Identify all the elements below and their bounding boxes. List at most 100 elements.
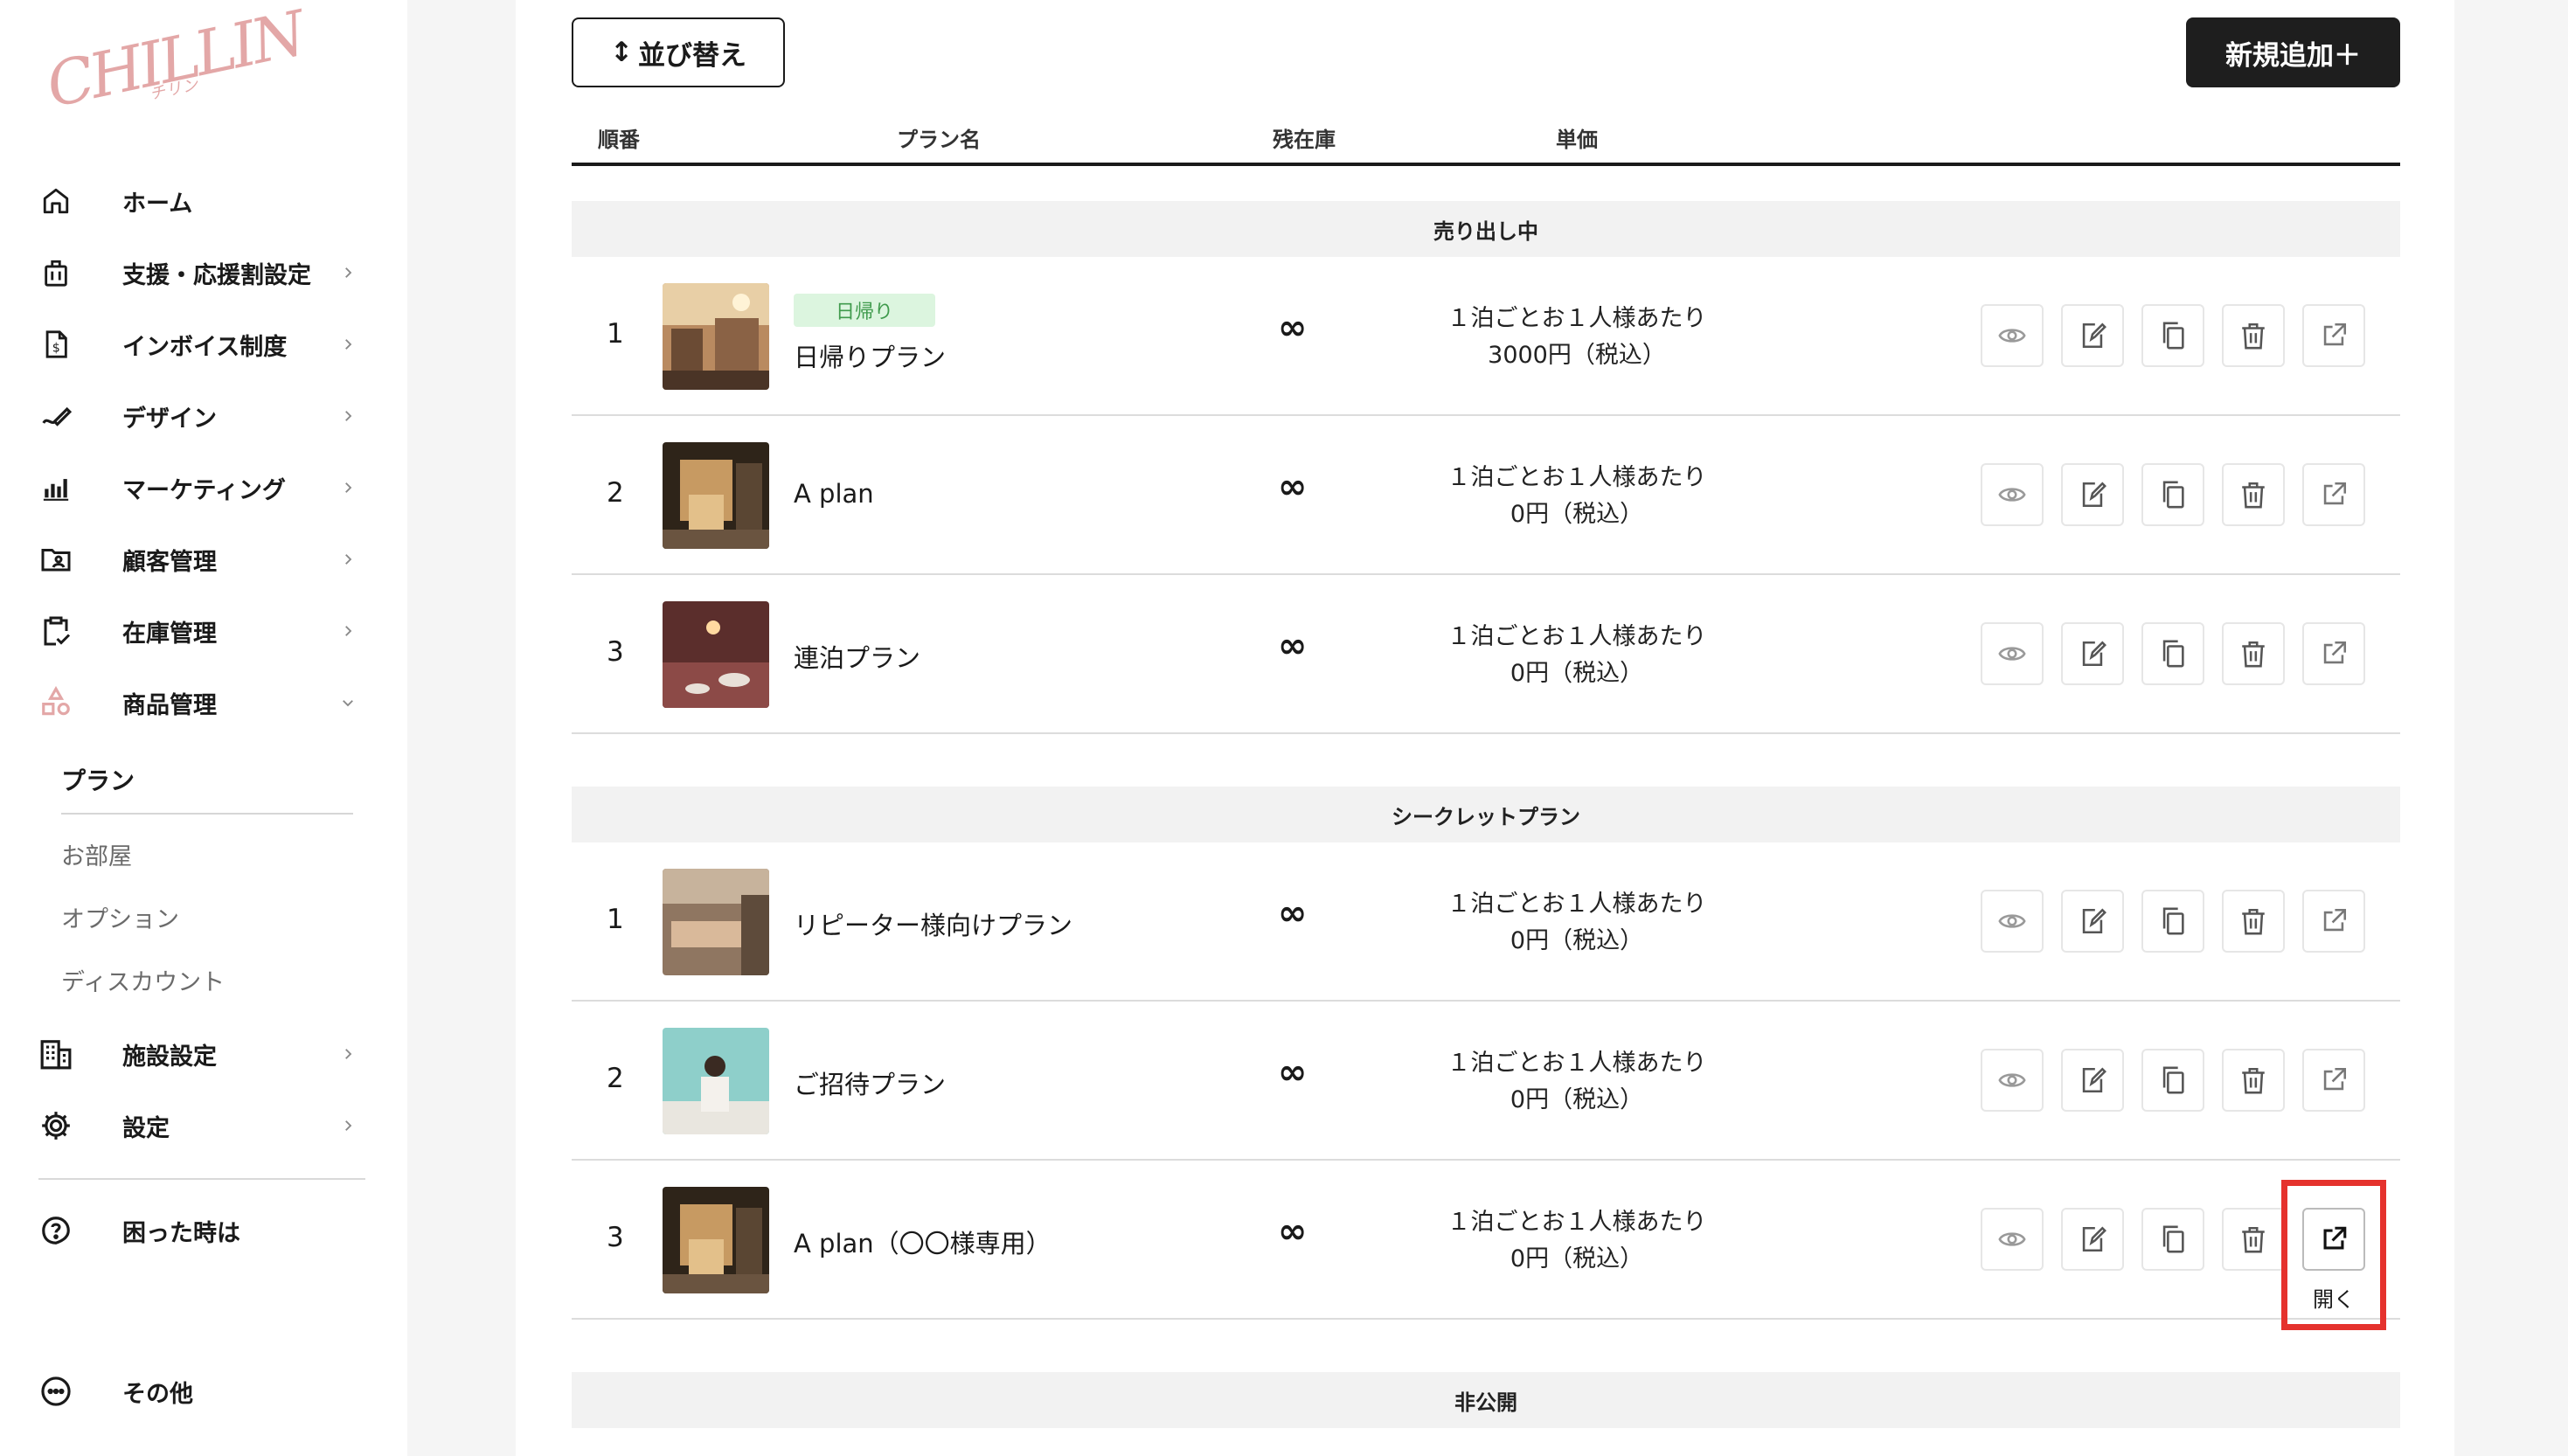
sidebar-item-label: デザイン	[122, 405, 217, 433]
chevron-down-icon	[336, 690, 360, 715]
edit-button[interactable]	[2061, 622, 2124, 685]
external-link-icon	[2323, 482, 2347, 505]
sidebar-subitem-plan-active[interactable]: プラン	[61, 762, 135, 797]
preview-button[interactable]	[1981, 890, 2044, 953]
edit-icon	[2082, 322, 2106, 349]
section-header-private: 非公開	[572, 1372, 2400, 1428]
delete-button[interactable]	[2222, 463, 2285, 526]
chevron-right-icon	[336, 404, 360, 428]
external-link-icon	[2323, 322, 2347, 346]
duplicate-button[interactable]	[2141, 463, 2204, 526]
row-order: 1	[607, 904, 624, 935]
table-row: 2 A plan ∞ １泊ごとお１人様あたり 0円（税込）	[572, 416, 2400, 575]
duplicate-button[interactable]	[2141, 622, 2204, 685]
sidebar-subitem-options[interactable]: オプション	[61, 900, 179, 934]
external-link-icon	[2323, 1067, 2347, 1091]
sidebar-item-facility[interactable]: 施設設定	[37, 1028, 360, 1080]
price-amount: 3000円（税込）	[1488, 342, 1666, 369]
column-header-stock: 残在庫	[1273, 128, 1336, 152]
plan-thumbnail	[663, 1187, 769, 1293]
edit-button[interactable]	[2061, 304, 2124, 367]
duplicate-button[interactable]	[2141, 304, 2204, 367]
edit-button[interactable]	[2061, 1049, 2124, 1112]
trash-icon	[2242, 482, 2265, 509]
price-amount: 0円（税込）	[1510, 660, 1644, 687]
open-external-button[interactable]	[2302, 463, 2365, 526]
copy-icon	[2162, 640, 2184, 668]
add-new-button[interactable]: 新規追加＋	[2186, 17, 2400, 87]
plan-name[interactable]: A plan（〇〇様専用）	[794, 1224, 1051, 1260]
open-external-button[interactable]	[2302, 622, 2365, 685]
delete-button[interactable]	[2222, 304, 2285, 367]
chevron-right-icon	[336, 619, 360, 643]
sidebar-subitem-discount[interactable]: ディスカウント	[61, 963, 225, 997]
preview-button[interactable]	[1981, 304, 2044, 367]
preview-button[interactable]	[1981, 463, 2044, 526]
copy-icon	[2162, 1066, 2184, 1094]
sidebar-item-label: その他	[122, 1380, 193, 1408]
edit-button[interactable]	[2061, 890, 2124, 953]
eye-icon	[1998, 488, 2026, 502]
preview-button[interactable]	[1981, 1208, 2044, 1271]
stock-value: ∞	[1278, 1052, 1308, 1092]
plan-name[interactable]: リピーター様向けプラン	[794, 905, 1072, 942]
plan-name[interactable]: ご招待プラン	[794, 1064, 946, 1101]
table-row: 1 リピーター様向けプラン ∞ １泊ごとお１人様あたり 0円（税込）	[572, 842, 2400, 1002]
stock-value: ∞	[1278, 893, 1308, 933]
eye-icon	[1998, 1073, 2026, 1087]
delete-button[interactable]	[2222, 1049, 2285, 1112]
row-order: 2	[607, 477, 624, 509]
sidebar-item-design[interactable]: デザイン	[37, 390, 360, 442]
delete-button[interactable]	[2222, 890, 2285, 953]
price-unit: １泊ごとお１人様あたり	[1447, 1050, 1707, 1077]
plan-list-panel: ↕ 並び替え 新規追加＋ 順番 プラン名 残在庫 単価 売り出し中 1 日帰り …	[516, 0, 2454, 1456]
open-external-button[interactable]	[2302, 1049, 2365, 1112]
price-unit: １泊ごとお１人様あたり	[1447, 1209, 1707, 1236]
sidebar-item-label: 商品管理	[122, 691, 217, 719]
duplicate-button[interactable]	[2141, 1208, 2204, 1271]
row-order: 3	[607, 636, 624, 668]
delete-button[interactable]	[2222, 622, 2285, 685]
chevron-right-icon	[336, 1113, 360, 1138]
sidebar-item-help[interactable]: 困った時は	[37, 1204, 360, 1257]
open-external-button[interactable]	[2302, 890, 2365, 953]
plan-thumbnail	[663, 442, 769, 549]
plan-type-badge: 日帰り	[794, 294, 935, 327]
price-cell: １泊ごとお１人様あたり 3000円（税込）	[1393, 301, 1760, 374]
brand-logo[interactable]: CHILLIN チリン	[40, 0, 309, 146]
column-header-order: 順番	[598, 128, 640, 152]
sidebar-item-invoice[interactable]: $ インボイス制度	[37, 318, 360, 371]
sidebar-item-inventory[interactable]: 在庫管理	[37, 605, 360, 657]
edit-icon	[2082, 1226, 2106, 1252]
eye-icon	[1998, 647, 2026, 661]
duplicate-button[interactable]	[2141, 1049, 2204, 1112]
chevron-right-icon	[336, 475, 360, 500]
preview-button[interactable]	[1981, 1049, 2044, 1112]
row-order: 2	[607, 1063, 624, 1094]
plan-name[interactable]: A plan	[794, 479, 874, 509]
open-external-button[interactable]	[2302, 304, 2365, 367]
delete-button[interactable]	[2222, 1208, 2285, 1271]
table-row: 1 日帰り 日帰りプラン ∞ １泊ごとお１人様あたり 3000円（税込）	[572, 257, 2400, 416]
sidebar-item-label: マーケティング	[122, 476, 286, 504]
plan-name[interactable]: 日帰りプラン	[794, 337, 946, 374]
sidebar-item-home[interactable]: ホーム	[37, 175, 360, 227]
sidebar-item-other[interactable]: その他	[37, 1365, 360, 1418]
sort-button[interactable]: ↕ 並び替え	[572, 17, 785, 87]
duplicate-button[interactable]	[2141, 890, 2204, 953]
preview-button[interactable]	[1981, 622, 2044, 685]
price-amount: 0円（税込）	[1510, 927, 1644, 954]
bar-chart-icon	[37, 468, 75, 507]
sidebar-item-product[interactable]: 商品管理	[37, 676, 360, 729]
edit-button[interactable]	[2061, 1208, 2124, 1271]
price-unit: １泊ごとお１人様あたり	[1447, 623, 1707, 650]
sidebar-item-customer[interactable]: 顧客管理	[37, 533, 360, 586]
plan-name[interactable]: 連泊プラン	[794, 638, 920, 675]
sidebar-subitem-rooms[interactable]: お部屋	[61, 837, 132, 871]
sidebar-item-settings[interactable]: 設定	[37, 1099, 360, 1152]
pen-icon	[37, 397, 75, 435]
section-header-on-sale: 売り出し中	[572, 201, 2400, 257]
sidebar-item-support-discount[interactable]: 支援・応援割設定	[37, 246, 360, 299]
edit-button[interactable]	[2061, 463, 2124, 526]
sidebar-item-marketing[interactable]: マーケティング	[37, 461, 360, 514]
